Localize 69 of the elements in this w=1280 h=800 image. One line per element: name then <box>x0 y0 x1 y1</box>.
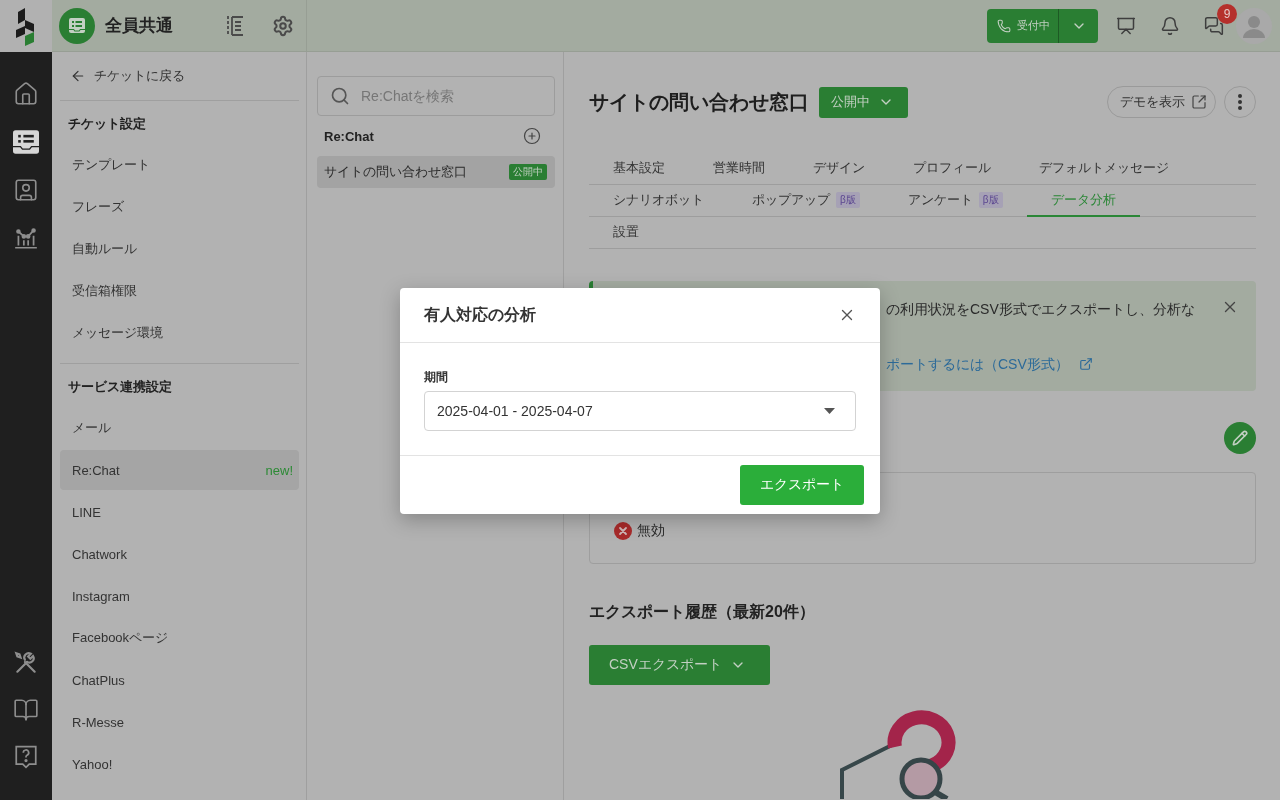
bell-icon[interactable] <box>1160 15 1180 36</box>
settings-icon[interactable] <box>272 14 294 37</box>
beta-badge: β版 <box>836 192 860 208</box>
beta-badge: β版 <box>978 192 1003 208</box>
section-title: エクスポート履歴（最新20件） <box>589 602 816 622</box>
sidebar-item[interactable]: R-Messe <box>60 702 299 742</box>
external-link-icon <box>1191 94 1207 110</box>
sidebar-item[interactable]: LINE <box>60 492 299 532</box>
sidebar-item[interactable]: メッセージ環境 <box>60 313 299 353</box>
pencil-icon <box>1232 430 1248 446</box>
csv-export-button[interactable]: CSVエクスポート <box>589 645 770 685</box>
list-icon[interactable] <box>224 14 246 37</box>
contact-card-icon[interactable] <box>13 177 39 203</box>
tab[interactable]: 基本設定 <box>589 153 689 185</box>
chat-icon[interactable] <box>1204 15 1224 36</box>
status-badge: 公開中 <box>509 164 547 180</box>
sidebar-item[interactable]: テンプレート <box>60 145 299 185</box>
chart-icon[interactable] <box>13 225 39 251</box>
phone-icon <box>997 18 1011 33</box>
section-heading: チケット設定 <box>67 115 147 133</box>
back-link[interactable]: チケットに戻る <box>60 52 299 100</box>
search-field[interactable]: Re:Chatを検索 <box>317 76 555 116</box>
tab[interactable]: 営業時間 <box>689 153 789 185</box>
sidebar-item[interactable]: Facebookページ <box>60 618 299 658</box>
tools-icon[interactable] <box>13 650 39 676</box>
page-title: サイトの問い合わせ窓口 <box>589 89 809 115</box>
home-icon[interactable] <box>13 81 39 107</box>
section-heading: サービス連携設定 <box>67 378 173 396</box>
external-link-icon <box>1078 357 1093 371</box>
tab[interactable]: シナリオボット <box>589 185 728 217</box>
sidebar-item[interactable]: 自動ルール <box>60 229 299 269</box>
list-card-icon[interactable] <box>13 129 39 155</box>
list-card-icon <box>59 7 95 44</box>
tab[interactable]: デフォルトメッセージ <box>1015 153 1193 185</box>
tab[interactable]: アンケート β版 <box>883 185 1027 217</box>
book-icon[interactable] <box>13 697 39 723</box>
channel-item[interactable]: サイトの問い合わせ窓口 公開中 <box>317 156 555 188</box>
whiteboard-icon[interactable] <box>1116 15 1136 36</box>
error-x-icon <box>614 522 632 540</box>
sidebar-item[interactable]: メール <box>60 408 299 448</box>
tab[interactable]: デザイン <box>789 153 889 185</box>
sidebar-item[interactable]: Instagram <box>60 576 299 616</box>
sidebar-item[interactable]: Yahoo! <box>60 744 299 784</box>
sidebar-item[interactable]: 受信箱権限 <box>60 271 299 311</box>
dropdown-button[interactable] <box>1058 8 1098 43</box>
status-dropdown[interactable]: 公開中 <box>819 86 908 118</box>
tab[interactable]: ポップアップ β版 <box>728 185 884 217</box>
field-label: 期間 <box>424 369 449 386</box>
more-icon <box>1238 94 1242 110</box>
list-heading: Re:Chat <box>324 128 374 144</box>
sidebar-item[interactable]: ChatPlus <box>60 660 299 700</box>
sidebar-item[interactable]: Chatwork <box>60 534 299 574</box>
help-icon[interactable] <box>13 744 39 770</box>
caret-down-icon <box>824 408 835 414</box>
edit-button[interactable] <box>1224 422 1256 454</box>
sidebar-item[interactable]: Re:Chat new! <box>60 450 299 490</box>
dialog-title: 有人対応の分析 <box>424 304 536 325</box>
banner-text: の利用状況をCSV形式でエクスポートし、分析な <box>886 300 1195 319</box>
count-badge: 9 <box>1217 3 1237 24</box>
add-icon[interactable] <box>523 127 541 145</box>
tab[interactable]: 設置 <box>589 217 663 249</box>
new-label: new! <box>265 462 293 478</box>
tab[interactable]: プロフィール <box>889 153 1015 185</box>
sidebar-item[interactable]: フレーズ <box>60 187 299 227</box>
reception-status-button[interactable]: 受付中 <box>987 8 1058 43</box>
workspace-title: 全員共通 <box>105 15 174 37</box>
search-icon <box>330 86 350 106</box>
date-range-select[interactable]: 2025-04-01 - 2025-04-07 <box>424 391 856 431</box>
status-text: 無効 <box>637 522 665 540</box>
